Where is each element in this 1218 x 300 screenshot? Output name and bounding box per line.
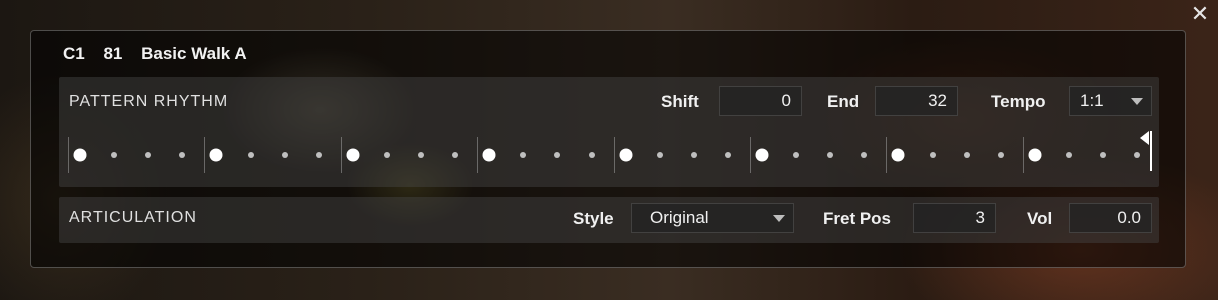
shift-label: Shift (661, 92, 699, 111)
step-active[interactable] (482, 148, 496, 162)
fretpos-field[interactable]: 3 (913, 203, 996, 233)
step-inactive[interactable] (861, 152, 868, 158)
preset-header: C1 81 Basic Walk A (63, 44, 261, 64)
beat-divider (68, 137, 69, 173)
step-active[interactable] (73, 148, 87, 162)
step-active[interactable] (619, 148, 633, 162)
step-inactive[interactable] (963, 152, 970, 158)
pattern-panel: C1 81 Basic Walk A PATTERN RHYTHM Shift … (30, 30, 1186, 268)
style-dropdown[interactable]: Original (631, 203, 794, 233)
end-marker-handle-icon[interactable] (1140, 131, 1149, 145)
beat-divider (477, 137, 479, 173)
step-inactive[interactable] (315, 152, 322, 158)
chevron-down-icon (773, 215, 785, 222)
tempo-label: Tempo (991, 92, 1046, 111)
step-active[interactable] (209, 148, 223, 162)
style-label: Style (573, 209, 614, 228)
step-inactive[interactable] (383, 152, 390, 158)
step-inactive[interactable] (1065, 152, 1072, 158)
step-inactive[interactable] (520, 152, 527, 158)
end-marker[interactable] (1150, 131, 1152, 171)
step-inactive[interactable] (418, 152, 424, 158)
step-inactive[interactable] (247, 152, 254, 158)
fretpos-label: Fret Pos (823, 209, 892, 228)
shift-field[interactable]: 0 (719, 86, 802, 116)
articulation-title: ARTICULATION (69, 209, 197, 226)
step-inactive[interactable] (111, 152, 118, 158)
step-active[interactable] (755, 148, 769, 162)
beat-divider (886, 137, 888, 173)
preset-note: C1 (63, 44, 85, 63)
step-inactive[interactable] (690, 152, 697, 158)
pattern-rhythm-section: PATTERN RHYTHM Shift 0 End 32 Tempo 1:1 (59, 77, 1159, 187)
step-inactive[interactable] (724, 152, 731, 158)
step-inactive[interactable] (281, 152, 288, 158)
step-inactive[interactable] (554, 152, 561, 158)
step-inactive[interactable] (452, 152, 459, 158)
step-inactive[interactable] (929, 152, 936, 158)
chevron-down-icon (1131, 98, 1143, 105)
vol-label: Vol (1027, 209, 1053, 228)
step-inactive[interactable] (793, 152, 800, 158)
preset-name[interactable]: Basic Walk A (141, 44, 247, 63)
beat-divider (1022, 137, 1024, 173)
vol-field[interactable]: 0.0 (1069, 203, 1152, 233)
step-sequencer[interactable] (63, 131, 1153, 177)
tempo-value: 1:1 (1080, 91, 1104, 110)
beat-divider (613, 137, 615, 173)
beat-divider (204, 137, 206, 173)
beat-divider (750, 137, 751, 173)
step-inactive[interactable] (588, 152, 595, 158)
step-inactive[interactable] (827, 152, 834, 158)
articulation-section: ARTICULATION Style Original Fret Pos 3 V… (59, 197, 1159, 243)
pattern-rhythm-title: PATTERN RHYTHM (69, 93, 229, 110)
tempo-dropdown[interactable]: 1:1 (1069, 86, 1152, 116)
step-active[interactable] (1028, 148, 1042, 162)
close-icon[interactable]: ✕ (1190, 3, 1210, 25)
end-label: End (827, 92, 860, 111)
preset-number: 81 (103, 44, 123, 63)
step-active[interactable] (891, 148, 905, 162)
step-active[interactable] (346, 148, 360, 162)
step-inactive[interactable] (1134, 152, 1141, 158)
style-value: Original (650, 208, 709, 227)
beat-divider (340, 137, 342, 173)
step-inactive[interactable] (145, 152, 152, 158)
step-inactive[interactable] (997, 152, 1004, 158)
step-inactive[interactable] (179, 152, 186, 158)
end-field[interactable]: 32 (875, 86, 958, 116)
step-inactive[interactable] (1100, 152, 1106, 158)
step-inactive[interactable] (656, 152, 663, 158)
